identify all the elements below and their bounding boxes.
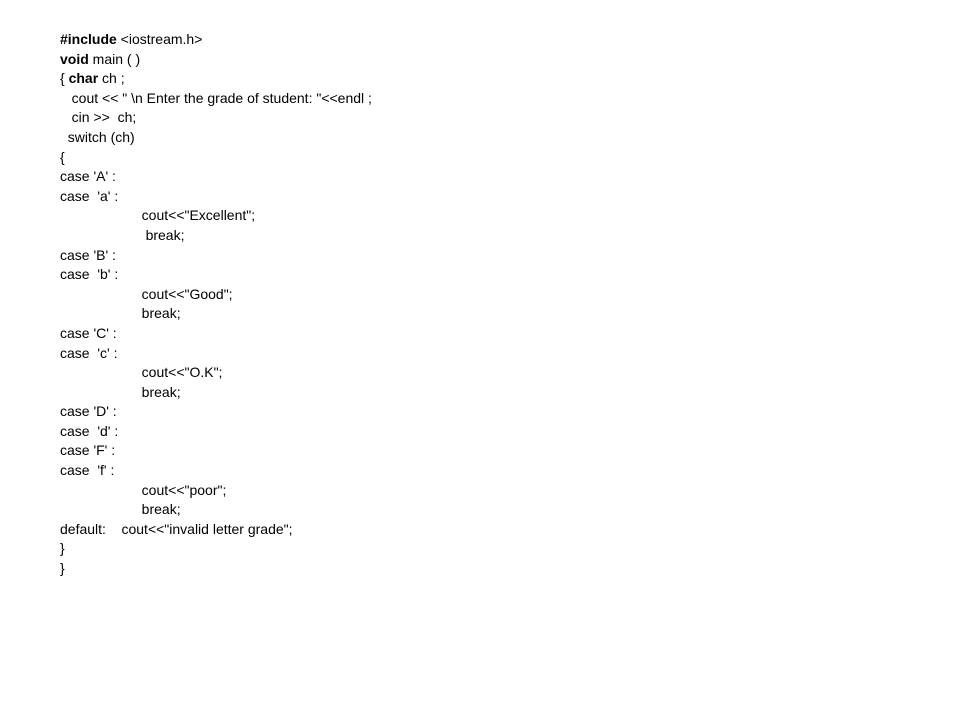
code-line: #include <iostream.h> [60, 30, 900, 50]
code-line: cout<<"poor"; [60, 481, 900, 501]
code-line: case 'b' : [60, 265, 900, 285]
code-line: break; [60, 304, 900, 324]
code-line: cin >> ch; [60, 108, 900, 128]
code-line: } [60, 559, 900, 579]
code-line: cout<<"Excellent"; [60, 206, 900, 226]
code-line: switch (ch) [60, 128, 900, 148]
code-line: { char ch ; [60, 69, 900, 89]
code-line: case 'C' : [60, 324, 900, 344]
code-line: case 'f' : [60, 461, 900, 481]
code-text: { [60, 70, 69, 86]
code-line: cout<<"Good"; [60, 285, 900, 305]
keyword-include: #include [60, 31, 117, 47]
code-block: #include <iostream.h> void main ( ) { ch… [60, 30, 900, 579]
code-line: case 'D' : [60, 402, 900, 422]
code-line: break; [60, 226, 900, 246]
code-line: case 'B' : [60, 246, 900, 266]
code-line: case 'c' : [60, 344, 900, 364]
code-line: cout << " \n Enter the grade of student:… [60, 89, 900, 109]
keyword-void: void [60, 51, 89, 67]
keyword-char: char [69, 70, 99, 86]
code-line: default: cout<<"invalid letter grade"; [60, 520, 900, 540]
code-line: case 'F' : [60, 441, 900, 461]
code-text: ch ; [98, 70, 124, 86]
code-line: case 'd' : [60, 422, 900, 442]
code-line: void main ( ) [60, 50, 900, 70]
code-line: break; [60, 383, 900, 403]
code-line: cout<<"O.K"; [60, 363, 900, 383]
code-line: break; [60, 500, 900, 520]
code-line: case 'A' : [60, 167, 900, 187]
code-line: { [60, 148, 900, 168]
code-text: <iostream.h> [117, 31, 203, 47]
code-text: main ( ) [89, 51, 140, 67]
code-line: } [60, 539, 900, 559]
code-line: case 'a' : [60, 187, 900, 207]
